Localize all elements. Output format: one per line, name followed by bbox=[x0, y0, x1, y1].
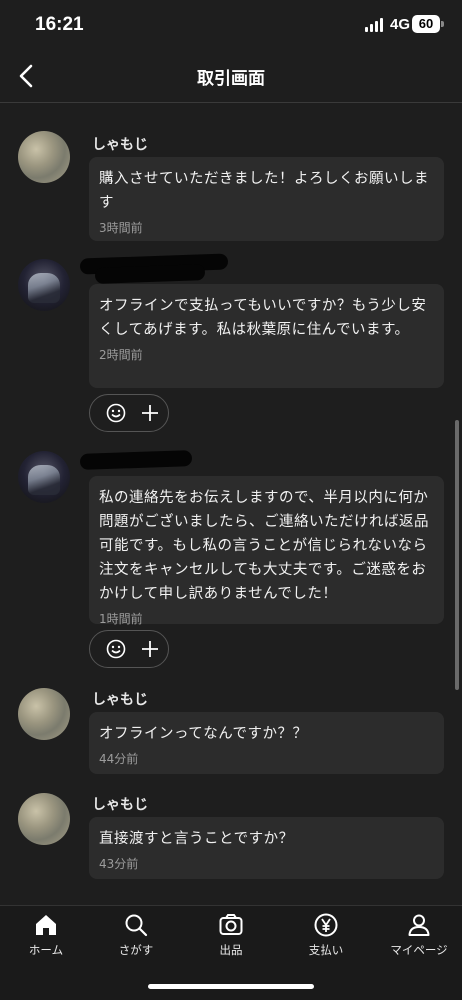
home-icon bbox=[36, 915, 56, 935]
message-time: 3時間前 bbox=[99, 221, 143, 235]
message-text: オフラインで支払ってもいいですか？もう少し安くしてあげます。私は秋葉原に住んでい… bbox=[99, 298, 427, 338]
message-text: 私の連絡先をお伝えしますので、半月以内に何か問題がございましたら、ご連絡いただけ… bbox=[99, 490, 429, 602]
yen-icon bbox=[314, 913, 338, 937]
camera-icon bbox=[219, 914, 243, 935]
sender-name: しゃもじ bbox=[92, 692, 148, 708]
plus-icon[interactable] bbox=[140, 403, 160, 423]
avatar[interactable] bbox=[18, 131, 70, 183]
battery-tip bbox=[441, 21, 444, 27]
tab-label: 支払い bbox=[308, 943, 344, 957]
home-indicator[interactable] bbox=[148, 984, 314, 989]
message-time: 44分前 bbox=[99, 752, 139, 766]
message-bubble: 私の連絡先をお伝えしますので、半月以内に何か問題がございましたら、ご連絡いただけ… bbox=[89, 476, 444, 626]
message-bubble: オフラインで支払ってもいいですか？もう少し安くしてあげます。私は秋葉原に住んでい… bbox=[89, 284, 444, 388]
message-bubble: 直接渡すと言うことですか？ 43分前 bbox=[89, 817, 444, 879]
tab-search[interactable]: さがす bbox=[90, 912, 182, 958]
redacted-name bbox=[79, 450, 193, 470]
header: 取引画面 bbox=[0, 52, 462, 103]
tab-label: ホーム bbox=[28, 943, 64, 957]
page-title: 取引画面 bbox=[197, 69, 265, 89]
scrollbar[interactable] bbox=[455, 420, 459, 690]
plus-icon[interactable] bbox=[140, 639, 160, 659]
search-icon bbox=[125, 914, 148, 937]
tab-label: 出品 bbox=[219, 943, 243, 957]
reaction-bar[interactable] bbox=[89, 630, 169, 668]
tab-label: さがす bbox=[118, 943, 154, 957]
avatar[interactable] bbox=[18, 451, 70, 503]
tab-mypage[interactable]: マイページ bbox=[373, 912, 462, 958]
tab-home[interactable]: ホーム bbox=[0, 912, 92, 958]
tab-sell[interactable]: 出品 bbox=[185, 912, 277, 958]
avatar[interactable] bbox=[18, 793, 70, 845]
avatar[interactable] bbox=[18, 688, 70, 740]
message-text: 購入させていただきました！よろしくお願いします bbox=[99, 171, 429, 211]
redacted-name bbox=[94, 264, 206, 284]
reaction-bar[interactable] bbox=[89, 394, 169, 432]
avatar[interactable] bbox=[18, 259, 70, 311]
person-icon bbox=[408, 914, 430, 936]
message-time: 2時間前 bbox=[99, 348, 143, 362]
message-bubble: オフラインってなんですか？？ 44分前 bbox=[89, 712, 444, 774]
network-label: 4G bbox=[390, 16, 411, 33]
message-time: 1時間前 bbox=[99, 612, 143, 626]
sender-name: しゃもじ bbox=[92, 137, 148, 153]
message-time: 43分前 bbox=[99, 857, 139, 871]
signal-icon bbox=[365, 18, 385, 32]
message-bubble: 購入させていただきました！よろしくお願いします 3時間前 bbox=[89, 157, 444, 241]
message-text: 直接渡すと言うことですか？ bbox=[99, 831, 294, 847]
message-text: オフラインってなんですか？？ bbox=[99, 726, 308, 742]
tab-payment[interactable]: 支払い bbox=[280, 912, 372, 958]
sender-name: しゃもじ bbox=[92, 797, 148, 813]
status-time: 16:21 bbox=[35, 14, 84, 35]
smile-icon[interactable] bbox=[106, 403, 126, 423]
smile-icon[interactable] bbox=[106, 639, 126, 659]
tab-label: マイページ bbox=[390, 943, 448, 957]
battery-icon: 60 bbox=[412, 15, 440, 33]
status-bar: 16:21 4G 60 bbox=[0, 0, 462, 52]
